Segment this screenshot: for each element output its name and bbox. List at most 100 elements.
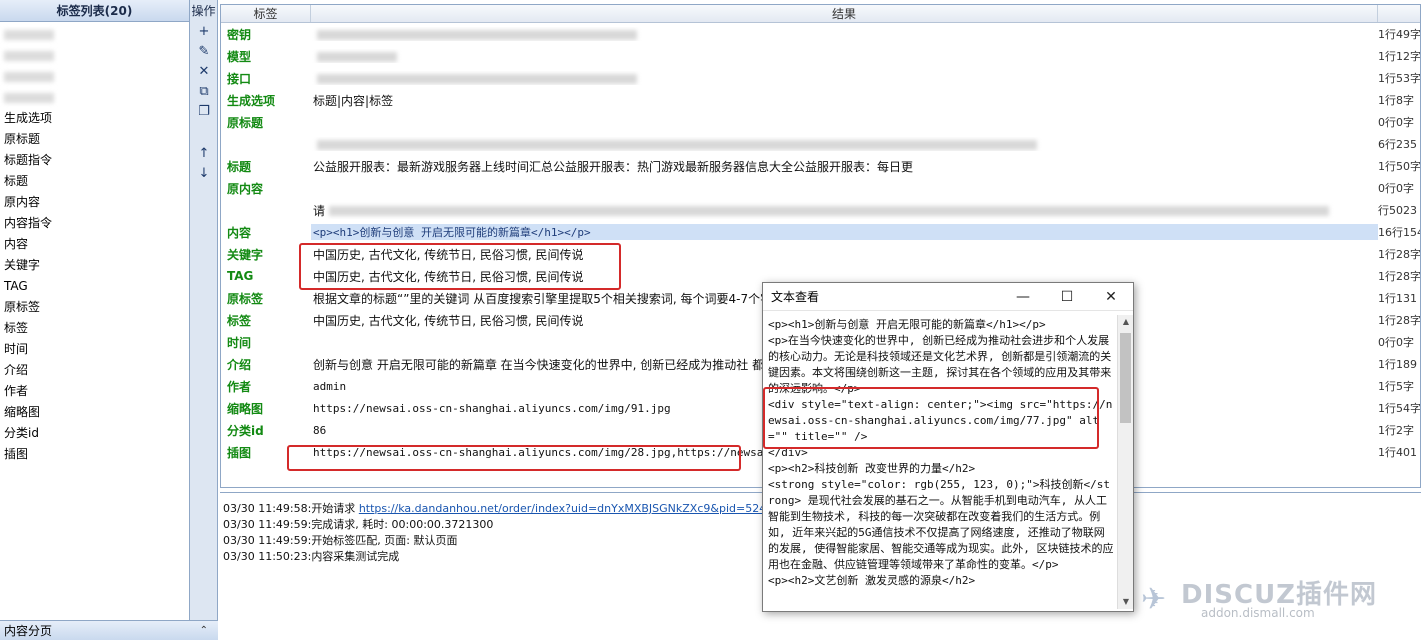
tag-list-item[interactable]: 原标签 [0,297,189,318]
log-message: 开始标签匹配, 页面: 默认页面 [311,534,458,547]
row-tag: 缩略图 [227,401,264,416]
tag-list-item[interactable]: 标签 [0,318,189,339]
paper-plane-icon: ✈ [1141,582,1167,617]
log-message: 内容采集测试完成 [311,550,400,563]
dialog-text-content[interactable]: <p><h1>创新与创意 开启无限可能的新篇章</h1></p> <p>在当今快… [765,315,1117,609]
scroll-down-icon[interactable]: ▼ [1118,595,1134,609]
watermark-sub: addon.dismall.com [1201,606,1315,620]
row-length: 1行131 [1378,292,1417,305]
log-message: 完成请求, 耗时: 00:00:00.3721300 [311,518,494,531]
table-row[interactable]: 6行235 [221,133,1420,155]
tag-list-item[interactable]: 标题指令 [0,150,189,171]
maximize-icon[interactable]: ☐ [1045,283,1089,311]
row-tag: 作者 [227,379,252,394]
log-time: 03/30 11:49:58: [223,502,312,515]
row-length: 16行154 [1378,226,1420,239]
row-tag: 原标签 [227,291,264,306]
tag-list-item[interactable] [0,24,189,45]
redacted-text [317,139,1037,150]
tag-list-item[interactable]: 插图 [0,444,189,465]
tag-list-item[interactable]: 时间 [0,339,189,360]
row-length: 1行53字 [1378,72,1420,85]
minimize-icon[interactable]: — [1001,283,1045,311]
tag-list: 生成选项 原标题 标题指令 标题 原内容 内容指令 内容 关键字 TAG 原标签 标签 时间 介绍 作者缩… [0,22,189,465]
tag-list-item[interactable]: 缩略图 [0,402,189,423]
table-row[interactable]: 接口 1行53字 [221,67,1420,89]
highlight-box-keywords [299,243,621,290]
operations-title: 操作 [191,4,216,18]
paste-icon[interactable]: ❐ [190,102,218,122]
header-result[interactable]: 结果 [311,5,1378,22]
log-link[interactable]: https://ka.dandanhou.net/order/index?uid… [359,502,766,515]
row-result-text: 中国历史, 古代文化, 传统节日, 民俗习惯, 民间传说 [313,313,584,328]
row-tag: 关键字 [227,247,264,262]
content-pagination-bar[interactable]: 内容分页 ⌃ [0,620,218,640]
tag-list-item[interactable]: 分类id [0,423,189,444]
row-length: 1行28字 [1378,270,1420,283]
redacted-text [4,29,54,40]
table-row[interactable]: 标题 公益服开服表：最新游戏服务器上线时间汇总公益服开服表：热门游戏最新服务器信息… [221,155,1420,177]
table-row[interactable]: 密钥 1行49字 [221,23,1420,45]
row-result-text: 公益服开服表：最新游戏服务器上线时间汇总公益服开服表：热门游戏最新服务器信息大全… [313,159,914,174]
move-up-icon[interactable]: ↑ [190,144,218,164]
row-result [311,137,1378,151]
edit-icon[interactable]: ✎ [190,42,218,62]
row-length: 0行0字 [1378,116,1414,129]
row-tag: 接口 [227,71,252,86]
row-tag: TAG [227,269,254,283]
redacted-text [4,92,54,103]
table-row[interactable]: 原内容 0行0字 [221,177,1420,199]
tag-list-item[interactable] [0,87,189,108]
tag-list-item[interactable] [0,66,189,87]
tag-list-item[interactable]: 介绍 [0,360,189,381]
row-result: 请 [311,202,1378,219]
log-time: 03/30 11:49:59: [223,518,312,531]
header-tag[interactable]: 标签 [221,5,311,22]
table-row[interactable]: 内容 <p><h1>创新与创意 开启无限可能的新篇章</h1></p> 16行154 [221,221,1420,243]
tag-list-item[interactable]: 原标题 [0,129,189,150]
row-tag: 内容 [227,225,252,240]
row-length: 1行401 [1378,446,1417,459]
row-result-text: <p><h1>创新与创意 开启无限可能的新篇章</h1></p> [313,226,591,239]
row-length: 1行54字 [1378,402,1420,415]
table-row[interactable]: 请 行5023 [221,199,1420,221]
row-result [311,71,1378,85]
row-tag: 密钥 [227,27,252,42]
tag-list-item[interactable]: 内容指令 [0,213,189,234]
dialog-titlebar[interactable]: 文本查看 — ☐ ✕ [763,283,1133,311]
tag-list-item[interactable]: 内容 [0,234,189,255]
row-length: 1行2字 [1378,424,1414,437]
scroll-up-icon[interactable]: ▲ [1118,315,1134,329]
close-icon[interactable]: ✕ [1089,283,1133,311]
tag-list-item[interactable]: 标题 [0,171,189,192]
operations-buttons: + ✎ ✕ ⧉ ❐ ↑ ↓ [190,22,217,184]
row-tag: 生成选项 [227,93,276,108]
chevron-up-double-icon[interactable]: ⌃ [200,621,208,640]
tag-list-item[interactable]: 作者 [0,381,189,402]
row-length: 1行12字 [1378,50,1420,63]
add-icon[interactable]: + [190,22,218,42]
row-tag: 标题 [227,159,252,174]
row-length: 1行50字 [1378,160,1420,173]
table-row[interactable]: 模型 1行12字 [221,45,1420,67]
row-length: 1行28字 [1378,248,1420,261]
table-row[interactable]: 生成选项 标题|内容|标签 1行8字 [221,89,1420,111]
tag-list-item[interactable]: TAG [0,276,189,297]
dialog-title: 文本查看 [771,290,820,304]
tag-list-item[interactable] [0,45,189,66]
header-length[interactable] [1378,5,1420,22]
tag-list-item[interactable]: 关键字 [0,255,189,276]
tag-list-item[interactable]: 原内容 [0,192,189,213]
tag-list-item[interactable]: 生成选项 [0,108,189,129]
row-result: 公益服开服表：最新游戏服务器上线时间汇总公益服开服表：热门游戏最新服务器信息大全… [311,158,1378,175]
row-length: 0行0字 [1378,182,1414,195]
redacted-text [317,51,397,62]
row-length: 1行189 [1378,358,1417,371]
dialog-scrollbar[interactable]: ▲ ▼ [1117,315,1133,609]
scroll-thumb[interactable] [1120,333,1131,423]
watermark: ✈ DISCUZ插件网 addon.dismall.com [1141,574,1411,624]
delete-icon[interactable]: ✕ [190,62,218,82]
copy-icon[interactable]: ⧉ [190,82,218,102]
move-down-icon[interactable]: ↓ [190,164,218,184]
table-row[interactable]: 原标题 0行0字 [221,111,1420,133]
